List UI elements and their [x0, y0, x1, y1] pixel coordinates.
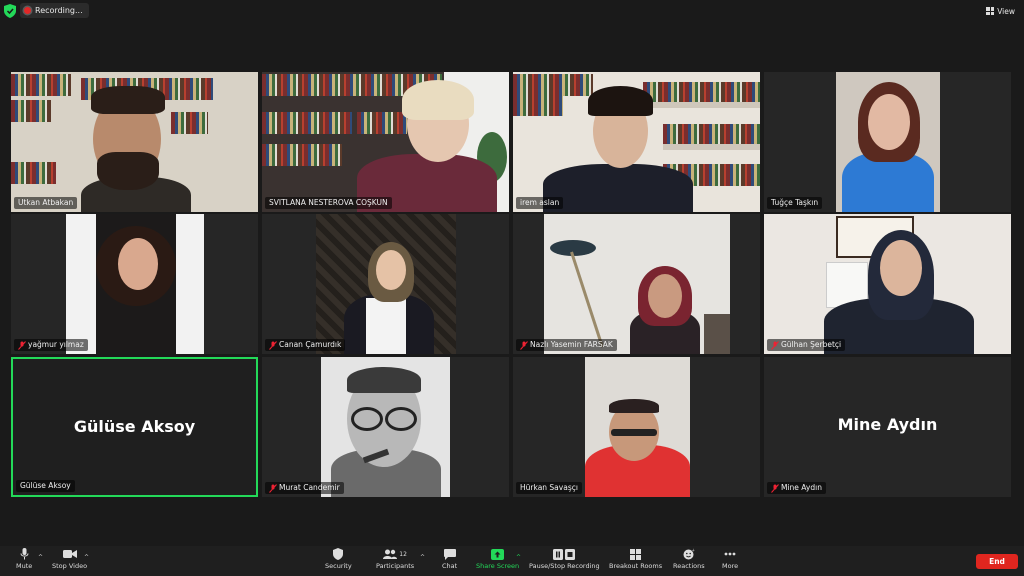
reactions-button[interactable]: + Reactions — [673, 548, 705, 570]
participant-display-name: Gülüse Aksoy — [73, 417, 196, 436]
shield-icon — [331, 548, 345, 560]
chat-bubble-icon — [443, 548, 457, 560]
svg-text:+: + — [691, 548, 694, 553]
participant-name-label: Tuğçe Taşkın — [767, 197, 823, 209]
microphone-icon — [17, 548, 31, 560]
view-button[interactable]: View — [983, 4, 1018, 18]
participant-video — [585, 357, 690, 497]
video-camera-icon — [62, 548, 77, 560]
participants-options-caret-icon[interactable]: ^ — [420, 554, 425, 561]
participant-tile[interactable]: SVITLANA NESTEROVA COŞKUN — [262, 72, 509, 212]
participant-tile[interactable]: Nazlı Yasemin FARSAK — [513, 214, 760, 354]
share-options-caret-icon[interactable]: ^ — [516, 554, 521, 561]
participant-video — [544, 214, 730, 354]
breakout-rooms-icon — [629, 548, 643, 560]
chat-button[interactable]: Chat — [442, 548, 457, 570]
grid-view-icon — [986, 7, 995, 15]
muted-mic-icon — [269, 340, 277, 350]
participant-name-label: Utkan Atbakan — [14, 197, 78, 209]
participant-tile[interactable]: Canan Çamurdık — [262, 214, 509, 354]
participant-tile[interactable]: Tuğçe Taşkın — [764, 72, 1011, 212]
muted-mic-icon — [771, 340, 779, 350]
muted-mic-icon — [520, 340, 528, 350]
participant-video — [11, 72, 258, 212]
participant-video — [764, 214, 1011, 354]
participant-tile[interactable]: Murat Candemir — [262, 357, 509, 497]
muted-mic-icon — [771, 483, 779, 493]
participant-name-label: Mine Aydın — [767, 482, 826, 494]
meeting-toolbar: Mute ^ Stop Video ^ Security 12 Particip… — [0, 546, 1024, 576]
participant-display-name: Mine Aydın — [837, 415, 938, 434]
participant-video — [513, 72, 760, 212]
pause-stop-recording-icon — [553, 548, 576, 560]
shield-icon[interactable] — [4, 4, 16, 18]
stop-video-button[interactable]: Stop Video — [52, 548, 87, 570]
video-options-caret-icon[interactable]: ^ — [84, 554, 89, 561]
participant-name-label: Canan Çamurdık — [265, 339, 346, 351]
participant-name-label: yağmur yılmaz — [14, 339, 88, 351]
participant-name-label: Gülhan Şerbetçi — [767, 339, 846, 351]
participant-name-label: Gülüse Aksoy — [16, 480, 75, 492]
end-meeting-button[interactable]: End — [976, 554, 1018, 569]
smiley-plus-icon: + — [682, 548, 696, 560]
participant-tile[interactable]: yağmur yılmaz — [11, 214, 258, 354]
muted-mic-icon — [269, 483, 277, 493]
participant-name-label: Nazlı Yasemin FARSAK — [516, 339, 617, 351]
participant-name-label: Murat Candemir — [265, 482, 344, 494]
participant-tile[interactable]: Mine Aydın Mine Aydın — [764, 357, 1011, 497]
recording-label: Recording... — [35, 6, 83, 15]
participant-video — [262, 72, 509, 212]
recording-dot-icon — [24, 7, 31, 14]
participant-video — [66, 214, 204, 354]
participant-name-label: irem aslan — [516, 197, 564, 209]
participant-name-label: SVITLANA NESTEROVA COŞKUN — [265, 197, 392, 209]
view-label: View — [997, 6, 1015, 16]
participant-video — [316, 214, 456, 354]
participant-tile-active-speaker[interactable]: Gülüse Aksoy Gülüse Aksoy — [11, 357, 258, 497]
participant-video — [321, 357, 450, 497]
participant-name-label: Hürkan Savaşçı — [516, 482, 582, 494]
security-button[interactable]: Security — [325, 548, 352, 570]
participant-tile[interactable]: Hürkan Savaşçı — [513, 357, 760, 497]
more-button[interactable]: More — [722, 548, 738, 570]
mute-button[interactable]: Mute — [16, 548, 32, 570]
pause-stop-recording-button[interactable]: Pause/Stop Recording — [529, 548, 600, 570]
more-dots-icon — [723, 548, 737, 560]
participant-tile[interactable]: Utkan Atbakan — [11, 72, 258, 212]
participants-count: 12 — [399, 550, 407, 558]
participants-button[interactable]: 12 Participants — [376, 548, 414, 570]
muted-mic-icon — [18, 340, 26, 350]
participants-icon: 12 — [382, 548, 408, 560]
share-screen-button[interactable]: Share Screen — [476, 548, 519, 570]
share-screen-icon — [491, 548, 505, 560]
participant-video — [836, 72, 940, 212]
recording-indicator[interactable]: Recording... — [20, 3, 89, 18]
breakout-rooms-button[interactable]: Breakout Rooms — [609, 548, 662, 570]
participant-tile[interactable]: Gülhan Şerbetçi — [764, 214, 1011, 354]
participant-tile[interactable]: irem aslan — [513, 72, 760, 212]
mute-options-caret-icon[interactable]: ^ — [38, 554, 43, 561]
meeting-top-bar: Recording... View — [0, 0, 1024, 22]
